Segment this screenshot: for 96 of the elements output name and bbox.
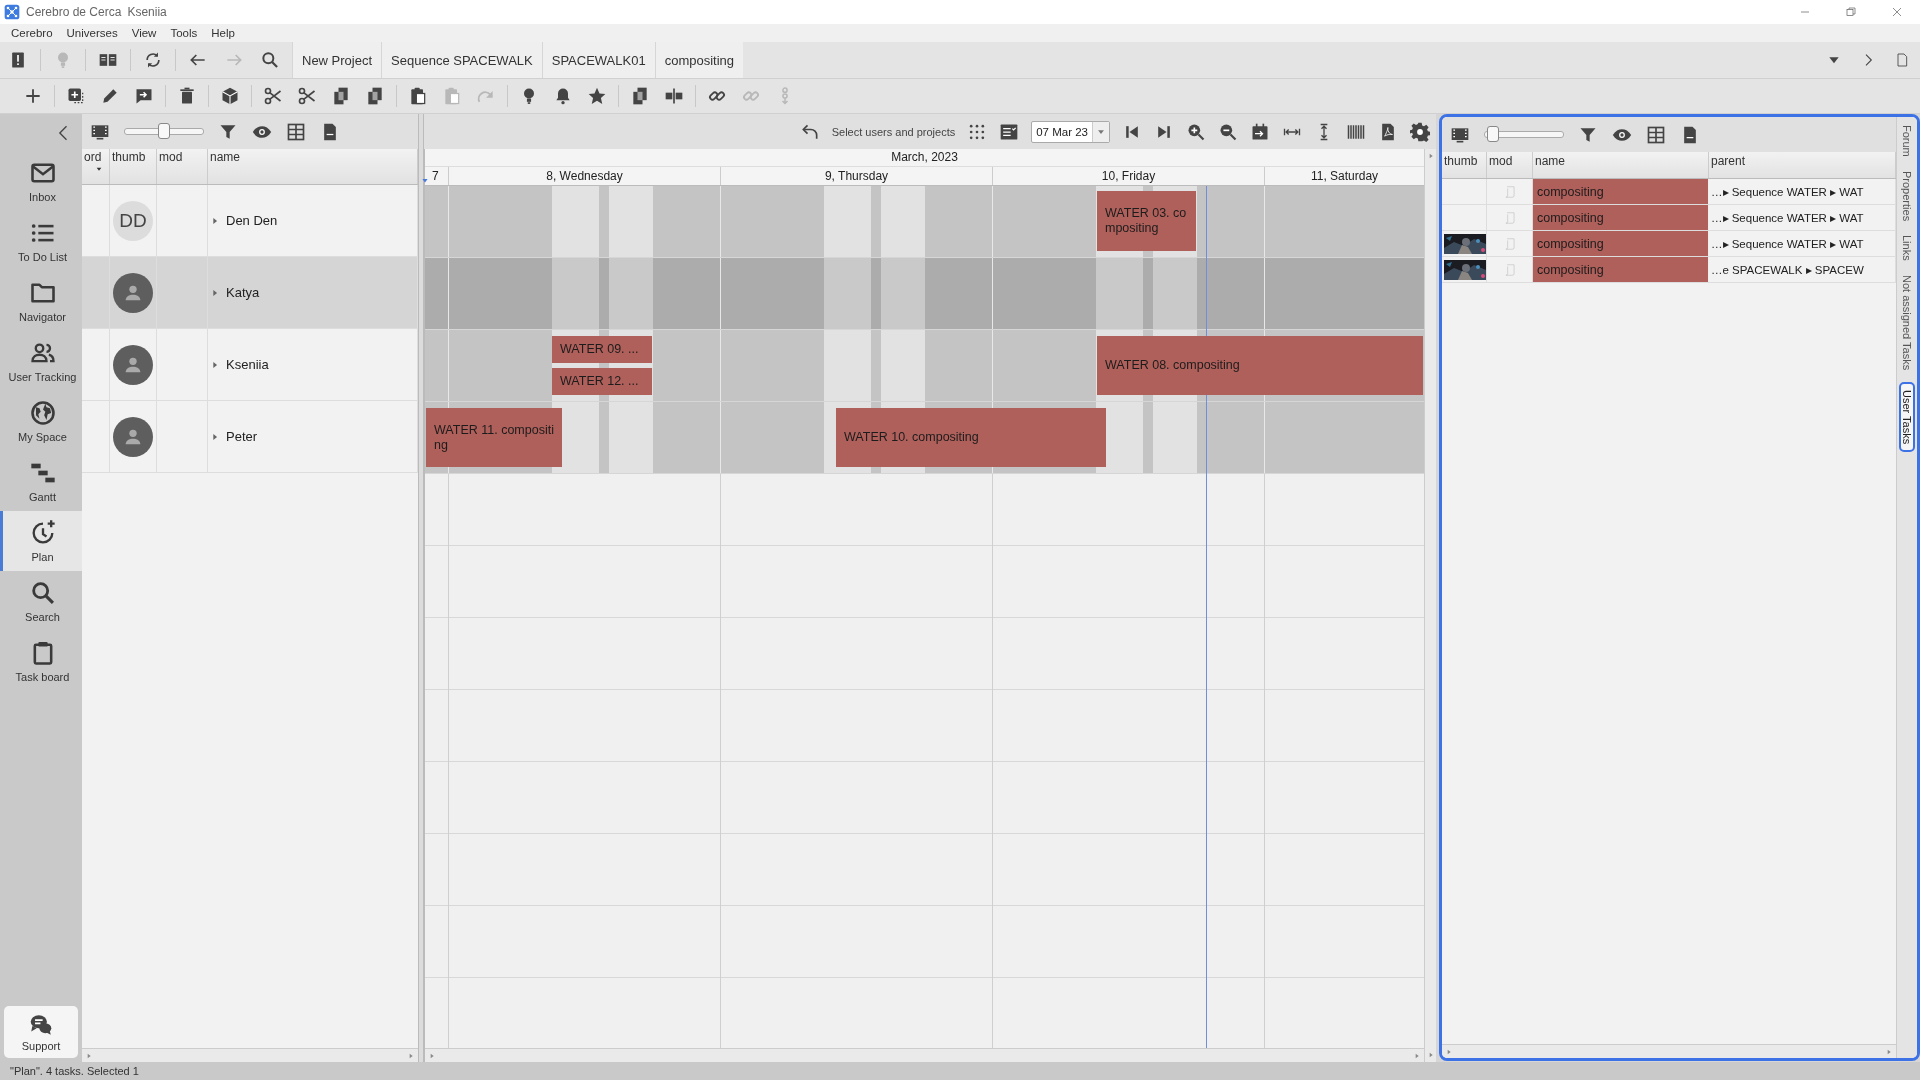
- side-tab[interactable]: Properties: [1900, 168, 1914, 223]
- menu-item[interactable]: Universes: [59, 27, 125, 39]
- app-logo-icon: [4, 4, 20, 20]
- task-bar[interactable]: WATER 12. ...: [552, 368, 652, 395]
- sidebar-item[interactable]: User Tracking: [0, 331, 82, 391]
- vertical-scrollbar[interactable]: [1424, 149, 1436, 1062]
- horizontal-scrollbar[interactable]: [1442, 1044, 1896, 1058]
- calendar-icon[interactable]: [1250, 121, 1270, 142]
- side-tab[interactable]: Links: [1900, 232, 1914, 263]
- task-name-cell[interactable]: compositing: [1533, 257, 1709, 282]
- globe-icon: [28, 399, 57, 427]
- user-name: Den Den: [226, 213, 278, 228]
- side-tab[interactable]: Not assigned Tasks: [1900, 272, 1914, 372]
- user-name: Peter: [226, 429, 258, 444]
- sidebar-item[interactable]: Search: [0, 571, 82, 631]
- page-icon[interactable]: [1894, 52, 1910, 68]
- avatar: DD: [113, 200, 153, 241]
- cube-icon[interactable]: [220, 86, 240, 106]
- sidebar-item[interactable]: Navigator: [0, 271, 82, 331]
- column-header[interactable]: ord: [82, 149, 110, 184]
- sort-icon: [94, 165, 104, 173]
- task-bar[interactable]: WATER 10. compositing: [836, 408, 1106, 467]
- scroll-right-icon[interactable]: [1885, 1047, 1893, 1056]
- menu-item[interactable]: Help: [204, 27, 242, 39]
- settings-icon[interactable]: [1410, 121, 1430, 142]
- split-icon[interactable]: [664, 86, 684, 106]
- task-bar[interactable]: WATER 03. compositing: [1097, 191, 1196, 251]
- side-tab[interactable]: User Tasks: [1899, 381, 1915, 452]
- trash-icon[interactable]: [177, 86, 197, 106]
- user-name: Kseniia: [226, 357, 269, 372]
- sidebar-item[interactable]: To Do List: [0, 211, 82, 271]
- message-icon[interactable]: [134, 86, 154, 106]
- scroll-left-icon[interactable]: [428, 1051, 436, 1060]
- day-header: 9, Thursday: [721, 167, 993, 185]
- zoom-slider[interactable]: [1484, 127, 1564, 142]
- user-name: Katya: [226, 285, 260, 300]
- copy-icon[interactable]: [331, 86, 351, 106]
- horizontal-scrollbar[interactable]: [82, 1048, 418, 1062]
- menu-item[interactable]: Tools: [163, 27, 205, 39]
- scissors-icon[interactable]: [297, 86, 317, 106]
- sidebar-item[interactable]: My Space: [0, 391, 82, 451]
- user-row[interactable]: Kseniia: [82, 329, 418, 401]
- day-header: 8, Wednesday: [449, 167, 721, 185]
- task-bar[interactable]: WATER 08. compositing: [1097, 336, 1423, 395]
- scroll-right-icon[interactable]: [407, 1051, 415, 1060]
- horizontal-scrollbar[interactable]: [425, 1048, 1424, 1062]
- side-tab[interactable]: Forum: [1900, 123, 1914, 159]
- chat-bubbles-icon: [28, 1012, 54, 1038]
- scissors-icon[interactable]: [263, 86, 283, 106]
- zoom-slider[interactable]: [124, 124, 204, 139]
- column-header[interactable]: thumb: [1442, 152, 1487, 178]
- column-header[interactable]: mod: [157, 149, 208, 184]
- filter-label[interactable]: Select users and projects: [831, 125, 956, 138]
- breadcrumb-tab[interactable]: New Project: [292, 42, 382, 78]
- table-icon[interactable]: [286, 121, 306, 142]
- breadcrumb-tab[interactable]: SPACEWALK01: [541, 42, 655, 78]
- column-header[interactable]: name: [1533, 152, 1709, 178]
- sidebar-item[interactable]: Gantt: [0, 451, 82, 511]
- clipboard-icon[interactable]: [408, 86, 428, 106]
- plus-icon[interactable]: [23, 86, 43, 106]
- day-header: 10, Friday: [993, 167, 1265, 185]
- refresh-icon[interactable]: [143, 50, 163, 70]
- breadcrumb-tab[interactable]: compositing: [654, 42, 744, 78]
- user-row[interactable]: Peter: [82, 401, 418, 473]
- sidebar-item[interactable]: Task board: [0, 631, 82, 691]
- window-title: Cerebro de Cerca: [26, 5, 122, 19]
- date-field[interactable]: 07 Mar 23: [1031, 120, 1110, 143]
- user-name: Kseniia: [127, 5, 167, 19]
- add-square-icon[interactable]: [66, 86, 86, 106]
- task-name-cell[interactable]: compositing: [1533, 179, 1709, 204]
- task-name-cell[interactable]: compositing: [1533, 205, 1709, 230]
- table-icon[interactable]: [1646, 124, 1666, 145]
- sidebar-item[interactable]: Inbox: [0, 151, 82, 211]
- copy-icon[interactable]: [630, 86, 650, 106]
- user-row[interactable]: Katya: [82, 257, 418, 329]
- star-icon[interactable]: [587, 86, 607, 106]
- scroll-left-icon[interactable]: [85, 1051, 93, 1060]
- column-header[interactable]: mod: [1487, 152, 1533, 178]
- task-name-cell[interactable]: compositing: [1533, 231, 1709, 256]
- task-bar[interactable]: WATER 09. ...: [552, 336, 652, 363]
- slider-thumb[interactable]: [1486, 126, 1499, 142]
- scroll-right-icon[interactable]: [1413, 1051, 1421, 1060]
- menu-item[interactable]: View: [124, 27, 164, 39]
- column-header[interactable]: thumb: [110, 149, 157, 184]
- copy-icon[interactable]: [365, 86, 385, 106]
- sidebar-item[interactable]: Plan: [0, 511, 82, 571]
- slider-thumb[interactable]: [158, 123, 170, 139]
- month-header: March, 2023: [425, 149, 1424, 167]
- status-text: "Plan". 4 tasks. Selected 1: [0, 1062, 1920, 1080]
- breadcrumb-tab[interactable]: Sequence SPACEWALK: [381, 42, 542, 78]
- scroll-left-icon[interactable]: [1445, 1047, 1453, 1056]
- menu-item[interactable]: Cerebro: [4, 27, 60, 39]
- pencil-icon[interactable]: [100, 86, 120, 106]
- search-icon[interactable]: [260, 50, 280, 70]
- task-bar[interactable]: WATER 11. compositing: [426, 408, 562, 467]
- support-button[interactable]: Support: [4, 1006, 78, 1058]
